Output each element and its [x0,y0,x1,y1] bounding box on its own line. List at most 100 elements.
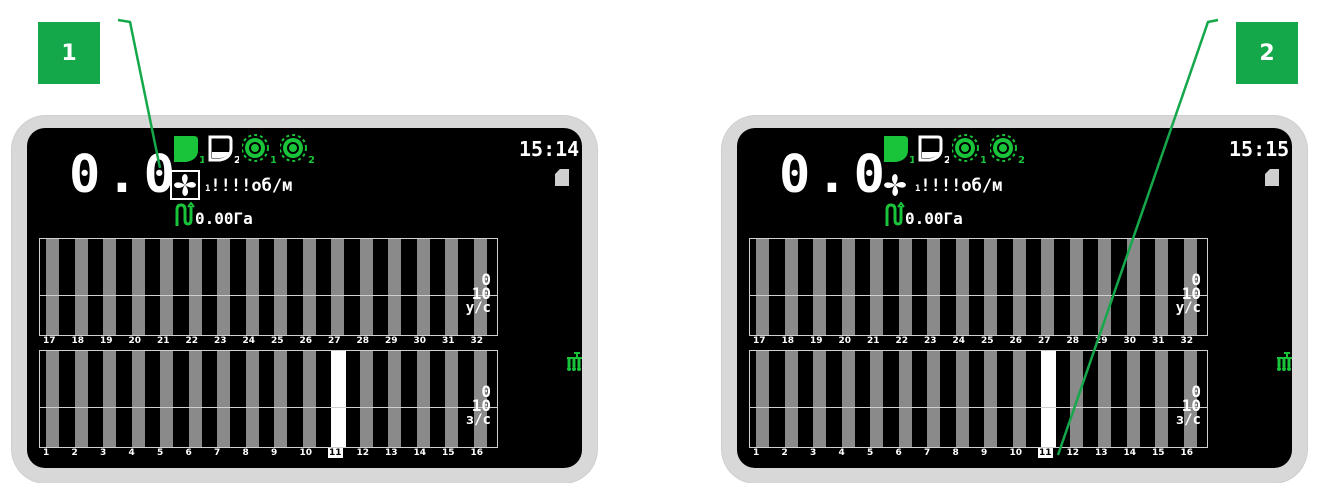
section-bar [1155,239,1168,335]
section-bar [1041,239,1054,335]
upper-scale: 0 10 у/с [1175,272,1201,316]
area-counter-icon [175,201,195,226]
section-number: 19 [100,336,113,346]
section-bar [1098,351,1111,447]
scale-min: 10 [471,396,491,415]
sd-card-icon [1265,169,1279,186]
area-value: 0.00Га [195,209,253,228]
lower-section-numbers: 1 2 3 4 5 6 7 8 9 10 11 12 13 14 15 16 [749,448,1206,460]
section-bar [74,351,88,447]
sensor-index: 2 [308,155,314,164]
rpm-value: !!!!об/м [920,176,1003,196]
section-number: 28 [1066,336,1080,346]
hopper-index: 1 [199,155,204,164]
section-alert-mark: ! [1044,432,1052,447]
section-bar [1155,351,1168,447]
section-bar [388,239,401,335]
section-number: 4 [838,448,845,458]
area-counter: 0.00Га [175,201,253,230]
callout-1: 1 [38,22,100,84]
section-alert-mark: ! [334,432,342,447]
scale-min: 10 [471,284,491,303]
section-number: 19 [810,336,823,346]
section-number: 22 [185,336,199,346]
section-number: 21 [157,336,170,346]
section-bar [813,351,826,447]
section-number: 8 [952,448,959,458]
section-number: 14 [413,448,427,458]
upper-section-numbers: 17 18 19 20 21 22 23 24 25 26 27 28 29 30 31 32 [39,336,496,348]
section-number: 18 [71,336,85,346]
section-bar [217,351,230,447]
section-bar [131,351,145,447]
section-number: 5 [157,448,164,458]
section-number: 21 [867,336,880,346]
seeder-icon [567,352,582,371]
section-number: 29 [1095,336,1108,346]
section-bar [1126,239,1140,335]
section-number: 32 [470,336,484,346]
section-number: 17 [43,336,56,346]
sd-card-icon [555,169,569,186]
section-bar [46,351,59,447]
section-number: 18 [781,336,795,346]
section-bar [1126,351,1140,447]
section-bar [245,239,259,335]
hopper-index: 2 [234,155,239,164]
screen-2: 1 2 1 2 0.0 15:15 1 !!!!об/м 0.00Га 0 10 у/… [737,128,1292,468]
section-number: 2 [71,448,78,458]
scale-unit: у/с [465,300,491,316]
seeder-icon [1277,352,1292,371]
section-number: 16 [1180,448,1194,458]
section-number: 25 [981,336,994,346]
section-bar [103,351,116,447]
scale-min: 10 [1181,284,1201,303]
section-number: 4 [128,448,135,458]
section-bar [103,239,116,335]
fan-icon [170,170,200,200]
section-bar [274,351,287,447]
chart-midline [40,407,497,408]
section-bar [756,351,769,447]
scale-min: 10 [1181,396,1201,415]
section-number: 16 [470,448,484,458]
clock: 15:15 [1229,137,1290,161]
section-bar [188,351,202,447]
section-bar [1069,239,1083,335]
section-number: 11 [1038,448,1053,458]
section-number: 20 [128,336,142,346]
section-number: 30 [1123,336,1137,346]
section-number: 26 [1009,336,1023,346]
section-bar [331,239,344,335]
fan-icon [884,174,906,196]
area-value: 0.00Га [905,209,963,228]
section-bar [416,239,430,335]
section-number: 5 [867,448,874,458]
section-bar [217,239,230,335]
section-bar [1069,351,1083,447]
speed-readout: 0.0 [779,145,891,205]
lower-scale: 0 10 з/с [1176,384,1201,428]
section-number: 13 [1095,448,1108,458]
section-number: 3 [810,448,817,458]
section-number: 13 [385,448,398,458]
clock: 15:14 [519,137,580,161]
section-number: 9 [271,448,278,458]
section-number: 24 [242,336,256,346]
lower-scale: 0 10 з/с [466,384,491,428]
section-bar [245,351,259,447]
hopper-index: 2 [944,155,949,164]
chart-midline [750,407,1207,408]
section-bar [870,351,883,447]
section-number: 27 [1038,336,1051,346]
section-bar [898,239,912,335]
section-bar [927,239,940,335]
section-bar [984,239,997,335]
area-counter-icon [885,201,905,226]
section-bar [813,239,826,335]
section-number: 23 [924,336,937,346]
lower-sections-chart: 0 10 з/с [39,350,498,448]
sensor-index: 1 [980,155,986,164]
section-number: 22 [895,336,909,346]
scale-unit: у/с [1175,300,1201,316]
